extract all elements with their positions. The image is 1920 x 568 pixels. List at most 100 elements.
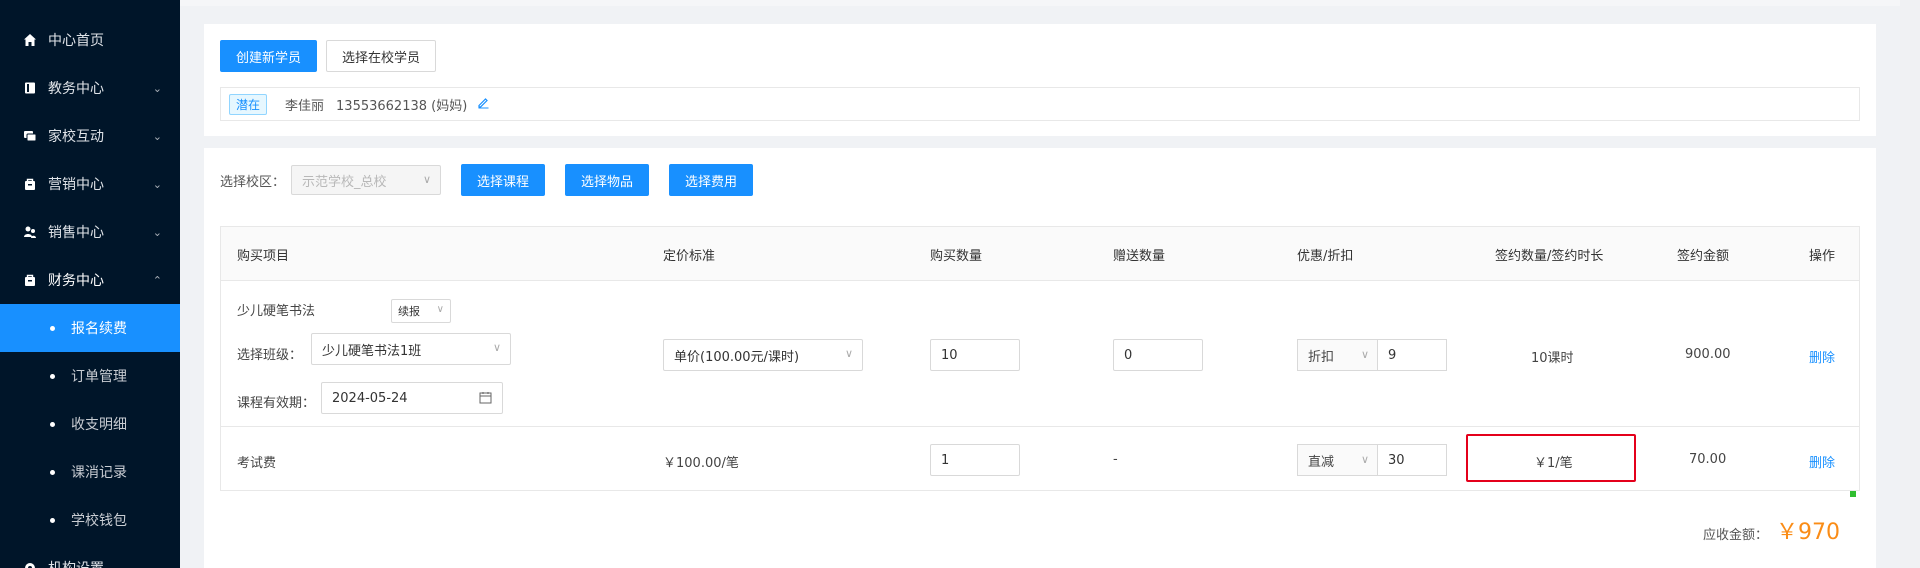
chevron-down-icon: ∨: [844, 347, 853, 360]
sidebar-item-settings[interactable]: 机构设置 ⌄: [0, 544, 180, 568]
chevron-down-icon: ⌄: [152, 225, 162, 239]
col-header: 定价标准: [663, 249, 716, 264]
book-icon: [22, 80, 38, 96]
total-label: 应收金额：: [1702, 528, 1768, 543]
select-goods-button[interactable]: 选择物品: [565, 164, 650, 196]
campus-value: 示范学校_总校: [302, 174, 387, 190]
select-student-button[interactable]: 选择在校学员: [326, 40, 437, 72]
quantity-value: 1: [941, 452, 950, 468]
select-course-button[interactable]: 选择课程: [461, 164, 546, 196]
quantity-input[interactable]: 10: [930, 339, 1020, 371]
valid-date-label: 课程有效期：: [237, 396, 316, 411]
sidebar-subitem-orders[interactable]: 订单管理: [0, 352, 180, 400]
sidebar-item-academic[interactable]: 教务中心 ⌄: [0, 64, 180, 112]
table-row: 少儿硬笔书法 续报 ∨ 选择班级： 少儿硬笔书法1班 ∨ 课程有效期： 2024…: [221, 282, 1859, 427]
main-content: 创建新学员 选择在校学员 潜在 李佳丽 13553662138 (妈妈) 选择校…: [180, 0, 1920, 568]
price-standard-select[interactable]: 单价(100.00元/课时) ∨: [663, 339, 863, 371]
sidebar-item-home-school[interactable]: 家校互动 ⌄: [0, 112, 180, 160]
bag-icon: [22, 272, 38, 288]
delete-link[interactable]: 删除: [1809, 452, 1835, 471]
student-card: 创建新学员 选择在校学员 潜在 李佳丽 13553662138 (妈妈): [204, 24, 1876, 136]
create-student-button[interactable]: 创建新学员: [220, 40, 318, 72]
contract-amount: 70.00: [1689, 452, 1727, 467]
chevron-down-icon: ⌄: [152, 561, 162, 568]
col-header: 操作: [1809, 249, 1836, 264]
gear-icon: [22, 560, 38, 568]
sidebar-subitem-label: 课消记录: [71, 465, 127, 481]
top-divider: [180, 0, 1920, 6]
status-badge: 潜在: [229, 93, 268, 115]
discount-value-input[interactable]: 9: [1377, 339, 1447, 371]
sidebar-subitem-consumption[interactable]: 课消记录: [0, 448, 180, 496]
sidebar-subitem-label: 报名续费: [71, 321, 127, 337]
delete-link[interactable]: 删除: [1809, 347, 1835, 366]
sidebar-item-label: 中心首页: [48, 33, 104, 49]
valid-date-picker[interactable]: 2024-05-24: [321, 382, 503, 414]
enroll-type-select[interactable]: 续报 ∨: [391, 299, 451, 323]
discount-type-value: 折扣: [1308, 349, 1335, 365]
sidebar-item-marketing[interactable]: 营销中心 ⌄: [0, 160, 180, 208]
discount-group: 直减 ∨ 30: [1297, 444, 1447, 476]
discount-value-input[interactable]: 30: [1377, 444, 1447, 476]
home-icon: [22, 32, 38, 48]
chevron-down-icon: ∨: [436, 304, 444, 315]
sidebar-item-label: 营销中心: [48, 177, 104, 193]
sidebar-subitem-label: 订单管理: [71, 369, 127, 385]
total-amount: 应收金额： ￥970: [1703, 514, 1840, 546]
col-header: 购买数量: [930, 249, 983, 264]
highlight-box: [1466, 434, 1636, 482]
dot-icon: [50, 517, 55, 523]
quantity-value: 10: [941, 347, 958, 363]
price-standard-value: 单价(100.00元/课时): [674, 349, 800, 365]
col-header: 签约数量/签约时长: [1495, 249, 1604, 264]
student-info-bar: 潜在 李佳丽 13553662138 (妈妈): [220, 87, 1860, 121]
gift-quantity-value: 0: [1124, 347, 1133, 363]
discount-type-value: 直减: [1308, 454, 1335, 470]
users-icon: [22, 224, 38, 240]
contract-amount: 900.00: [1685, 347, 1731, 362]
sidebar-item-label: 销售中心: [48, 225, 104, 241]
edit-icon[interactable]: [477, 96, 490, 113]
sidebar-subitem-label: 收支明细: [71, 417, 127, 433]
calendar-icon: [479, 391, 492, 408]
discount-value: 30: [1388, 452, 1405, 468]
campus-select[interactable]: 示范学校_总校 ∨: [291, 165, 442, 195]
student-phone: 13553662138 (妈妈): [336, 98, 468, 114]
sidebar-item-sales[interactable]: 销售中心 ⌄: [0, 208, 180, 256]
enroll-type-value: 续报: [398, 305, 420, 318]
gift-quantity: -: [1113, 452, 1118, 467]
contract-quantity: 10课时: [1531, 351, 1574, 366]
chevron-down-icon: ⌄: [152, 177, 162, 191]
valid-date-value: 2024-05-24: [332, 390, 408, 406]
chevron-down-icon: ⌄: [152, 81, 162, 95]
sidebar-item-home[interactable]: 中心首页: [0, 16, 180, 64]
sidebar-subitem-enroll[interactable]: 报名续费: [0, 304, 180, 352]
class-select[interactable]: 少儿硬笔书法1班 ∨: [311, 333, 511, 365]
sidebar-item-label: 机构设置: [48, 558, 153, 568]
sidebar-subitem-wallet[interactable]: 学校钱包: [0, 496, 180, 544]
total-value: ￥970: [1776, 520, 1840, 545]
chevron-down-icon: ∨: [422, 173, 432, 186]
chevron-up-icon: ⌃: [152, 273, 162, 287]
chevron-down-icon: ∨: [492, 341, 501, 354]
discount-type-select[interactable]: 直减 ∨: [1297, 444, 1377, 476]
order-toolbar: 选择校区： 示范学校_总校 ∨ 选择课程 选择物品 选择费用: [220, 164, 754, 196]
discount-type-select[interactable]: 折扣 ∨: [1297, 339, 1377, 371]
sidebar: 中心首页 教务中心 ⌄ 家校互动 ⌄ 营销中心 ⌄ 销售中心 ⌄ 财务中心 ⌃: [0, 0, 180, 568]
chevron-down-icon: ⌄: [152, 129, 162, 143]
quantity-input[interactable]: 1: [930, 444, 1020, 476]
sidebar-item-finance[interactable]: 财务中心 ⌃: [0, 256, 180, 304]
gift-quantity-input[interactable]: 0: [1113, 339, 1203, 371]
dot-icon: [50, 325, 55, 331]
chevron-down-icon: ∨: [1360, 348, 1369, 361]
resize-handle: [1850, 491, 1856, 497]
dot-icon: [50, 373, 55, 379]
sidebar-item-label: 教务中心: [48, 81, 104, 97]
class-value: 少儿硬笔书法1班: [322, 343, 422, 359]
select-fee-button[interactable]: 选择费用: [669, 164, 754, 196]
chat-icon: [22, 128, 38, 144]
scrollbar[interactable]: [1900, 0, 1920, 568]
order-card: 选择校区： 示范学校_总校 ∨ 选择课程 选择物品 选择费用 购买项目 定价标准…: [204, 148, 1876, 568]
chevron-down-icon: ∨: [1360, 453, 1369, 466]
sidebar-subitem-income[interactable]: 收支明细: [0, 400, 180, 448]
